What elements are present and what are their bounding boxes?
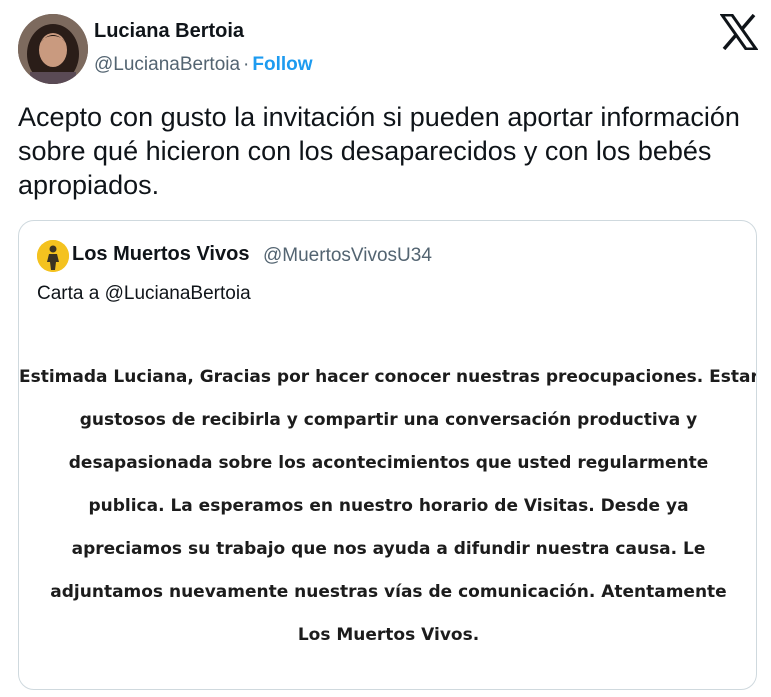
quoted-tweet-card[interactable]: Los Muertos Vivos @MuertosVivosU34 Carta… bbox=[18, 220, 757, 690]
avatar-photo bbox=[18, 14, 88, 84]
follow-button[interactable]: Follow bbox=[252, 54, 312, 75]
letter-line-2: gustosos de recibirla y compartir una co… bbox=[79, 410, 698, 430]
letter-line-1: Estimada Luciana, Gracias por hacer cono… bbox=[19, 367, 757, 387]
tweet-text: Acepto con gusto la invitación si pueden… bbox=[18, 102, 740, 200]
letter-line-7: Los Muertos Vivos. bbox=[297, 625, 480, 645]
quote-author-name[interactable]: Los Muertos Vivos bbox=[72, 243, 249, 266]
avatar[interactable] bbox=[18, 14, 88, 84]
letter-line-3: desapasionada sobre los acontecimientos … bbox=[68, 453, 709, 473]
letter-line-5: apreciamos su trabajo que nos ayuda a di… bbox=[71, 539, 706, 559]
letter-line-4: publica. La esperamos en nuestro horario… bbox=[88, 496, 689, 516]
letter-image[interactable]: Estimada Luciana, Gracias por hacer cono… bbox=[19, 351, 757, 651]
author-meta: @LucianaBertoia · Follow bbox=[94, 54, 313, 76]
separator-dot: · bbox=[243, 54, 250, 75]
letter-line-6: adjuntamos nuevamente nuestras vías de c… bbox=[50, 582, 727, 602]
author-name[interactable]: Luciana Bertoia bbox=[94, 20, 244, 43]
quote-avatar[interactable] bbox=[37, 240, 69, 272]
quote-author-handle[interactable]: @MuertosVivosU34 bbox=[263, 245, 432, 267]
quote-text: Carta a @LucianaBertoia bbox=[37, 283, 251, 304]
author-handle[interactable]: @LucianaBertoia bbox=[94, 54, 240, 75]
x-logo-icon[interactable] bbox=[719, 13, 759, 51]
quote-avatar-figure-icon bbox=[37, 240, 69, 272]
